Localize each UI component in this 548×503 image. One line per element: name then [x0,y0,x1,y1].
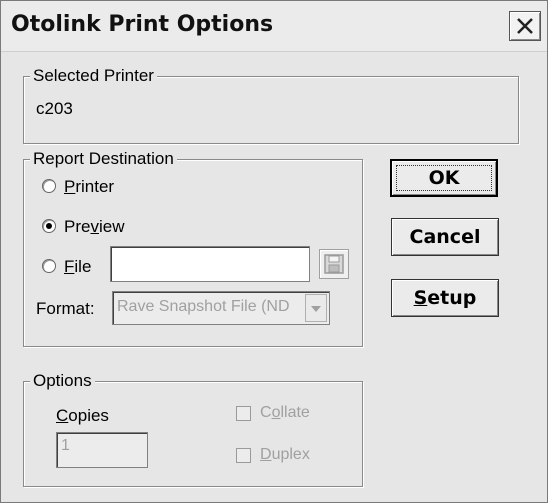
close-button[interactable] [509,11,541,41]
floppy-disk-icon [324,254,344,274]
collate-label: Collate [260,404,310,421]
copies-label: Copies [56,406,109,425]
copies-input[interactable]: 1 [56,432,148,468]
print-options-dialog: Otolink Print Options Selected Printer c… [0,0,548,503]
browse-file-button[interactable] [319,249,349,279]
options-group: Options Copies 1 Collate Duplex [23,371,363,487]
close-icon [517,18,533,34]
setup-button[interactable]: Setup [391,279,499,317]
selected-printer-value: c203 [36,99,73,118]
printer-radio-button[interactable] [42,179,56,193]
setup-button-label: Setup [413,287,477,309]
ok-button[interactable]: OK [390,159,498,197]
file-path-input[interactable] [110,246,310,282]
title-bar[interactable]: Otolink Print Options [1,1,547,52]
collate-checkbox-box[interactable] [236,406,251,421]
cancel-button-label: Cancel [409,226,481,248]
cancel-button[interactable]: Cancel [391,218,499,256]
dialog-title: Otolink Print Options [11,12,274,37]
file-radio-label: File [64,257,92,276]
preview-radio-button[interactable] [42,219,56,233]
duplex-label: Duplex [260,446,310,463]
duplex-checkbox-box[interactable] [236,448,251,463]
selected-printer-legend: Selected Printer [30,66,157,86]
chevron-down-icon [311,306,321,312]
format-select-value: Rave Snapshot File (ND [117,298,290,315]
format-label: Format: [36,299,95,318]
report-destination-legend: Report Destination [30,149,177,169]
preview-radio-label: Preview [64,217,125,236]
report-destination-group: Report Destination Printer Preview File … [23,149,363,347]
selected-printer-group: Selected Printer c203 [23,66,519,144]
options-legend: Options [30,371,95,391]
printer-radio-label: Printer [64,177,115,196]
file-radio-button[interactable] [42,259,56,273]
format-select[interactable]: Rave Snapshot File (ND [112,291,330,325]
format-dropdown-button[interactable] [305,294,327,322]
